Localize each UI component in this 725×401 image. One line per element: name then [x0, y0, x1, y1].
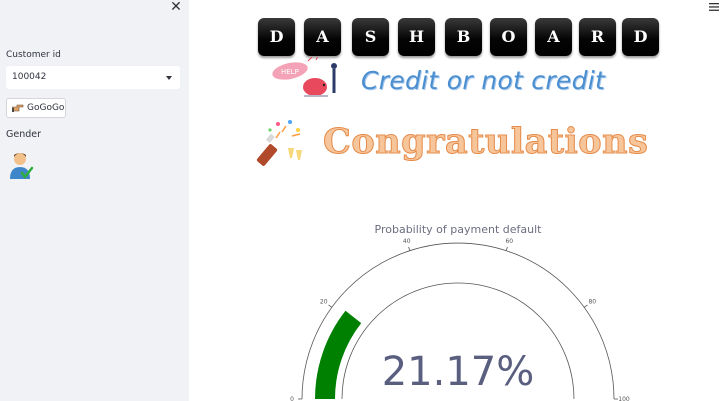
- chevron-down-icon: [166, 76, 172, 80]
- gauge-tick-label: 60: [505, 238, 513, 245]
- gauge-tick-label: 100: [618, 396, 630, 401]
- gauge-tick: [408, 246, 411, 251]
- gauge-tick-label: 40: [403, 238, 411, 245]
- gauge-title: Probability of payment default: [375, 223, 543, 236]
- gauge-tick-label: 20: [320, 298, 328, 305]
- sidebar: ✕ Customer id 100042 GoGoGo Gender: [0, 0, 189, 401]
- title-letter: R: [579, 18, 616, 56]
- congratulations-heading: Congratulations: [322, 121, 649, 163]
- gauge-tick-label: 80: [588, 298, 596, 305]
- close-icon[interactable]: ✕: [168, 0, 184, 16]
- subtitle: Credit or not credit: [361, 66, 606, 95]
- help-piggy-illustration: HELP: [272, 57, 337, 97]
- gauge-tick: [505, 246, 508, 251]
- gauge-tick: [328, 304, 333, 308]
- gogogo-button[interactable]: GoGoGo: [6, 98, 66, 118]
- celebration-champagne-icon: [256, 120, 302, 166]
- title-letter: A: [304, 18, 341, 56]
- title-letter: B: [445, 18, 482, 56]
- gender-label: Gender: [6, 129, 42, 140]
- gogogo-label: GoGoGo: [27, 103, 65, 113]
- help-text: HELP: [281, 68, 299, 76]
- customer-id-value: 100042: [12, 72, 47, 82]
- default-probability-gauge: Probability of payment default 0 20 40 60 80…: [290, 223, 630, 401]
- title-letter: D: [622, 18, 659, 56]
- gauge-tick-label: 0: [290, 396, 294, 401]
- customer-id-select[interactable]: 100042: [6, 66, 180, 89]
- pointing-hand-icon: [12, 104, 24, 112]
- title-letter: O: [490, 18, 527, 56]
- customer-id-label: Customer id: [6, 50, 61, 60]
- hamburger-menu-icon[interactable]: [709, 3, 719, 11]
- gauge-tick: [583, 304, 588, 308]
- title-letter: D: [258, 18, 295, 56]
- male-avatar-icon: [10, 153, 34, 180]
- title-letter: S: [352, 18, 389, 56]
- gauge-value: 21.17%: [382, 349, 535, 395]
- title-letter: A: [535, 18, 572, 56]
- title-letter: H: [398, 18, 435, 56]
